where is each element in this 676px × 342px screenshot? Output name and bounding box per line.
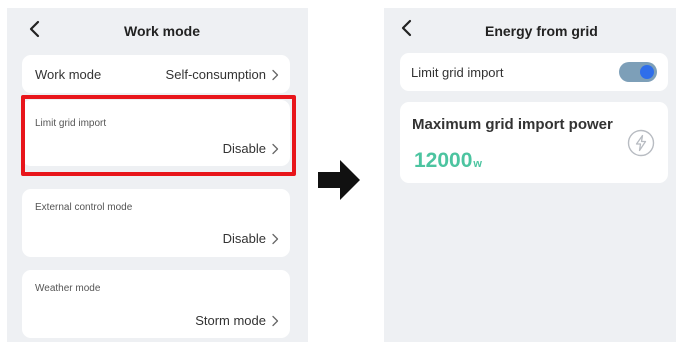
energy-from-grid-header: Energy from grid [384,8,676,52]
chevron-right-icon [271,69,279,81]
page-title: Work mode [124,23,200,39]
toggle-knob [640,65,654,79]
limit-grid-import-toggle-row: Limit grid import [400,53,668,91]
weather-mode-value: Storm mode [195,313,279,328]
back-icon[interactable] [24,18,46,40]
page-title: Energy from grid [485,23,598,39]
external-control-mode-label: External control mode [35,202,133,213]
external-control-mode-value-text: Disable [222,231,266,246]
arrow-right-icon [316,158,362,202]
max-grid-import-power-value: 12000w [414,149,482,173]
external-control-mode-value: Disable [223,231,279,246]
chevron-right-icon [271,315,279,327]
chevron-right-icon [271,233,279,245]
back-icon[interactable] [396,17,418,39]
work-mode-value: Self-consumption [166,67,279,82]
highlight-box [21,95,296,176]
power-unit: w [473,158,482,170]
work-mode-label: Work mode [35,67,102,82]
work-mode-header: Work mode [7,8,308,52]
limit-grid-import-label: Limit grid import [411,65,504,80]
weather-mode-row[interactable]: Weather mode Storm mode [22,270,290,338]
work-mode-row[interactable]: Work mode Self-consumption [22,55,290,93]
lightning-bolt-icon [626,128,656,158]
energy-from-grid-screen: Energy from grid Limit grid import Maxim… [384,8,676,342]
external-control-mode-row[interactable]: External control mode Disable [22,189,290,257]
max-grid-import-power-label: Maximum grid import power [412,116,613,133]
power-number: 12000 [414,149,473,172]
weather-mode-label: Weather mode [35,283,101,294]
max-grid-import-power-card[interactable]: Maximum grid import power 12000w [400,102,668,183]
weather-mode-value-text: Storm mode [195,313,266,328]
limit-grid-import-toggle[interactable] [619,62,657,82]
work-mode-value-text: Self-consumption [165,67,266,82]
